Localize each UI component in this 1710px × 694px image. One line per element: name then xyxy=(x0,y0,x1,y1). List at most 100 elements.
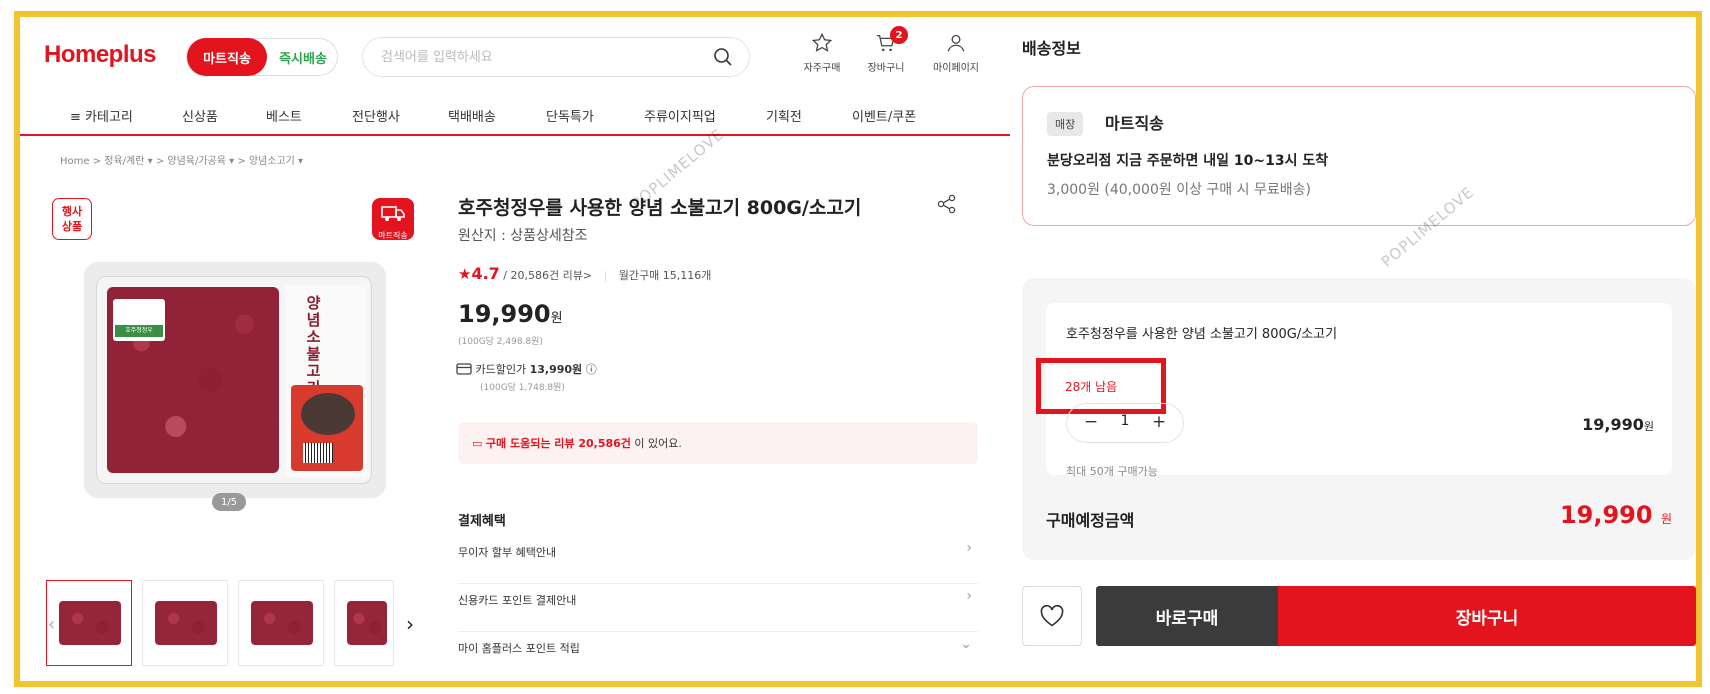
barcode-graphic xyxy=(303,443,333,463)
thumbnail[interactable] xyxy=(46,580,132,666)
package-label: 호주청정우 xyxy=(113,299,165,341)
event-product-badge: 행사 상품 xyxy=(52,198,92,240)
frequent-buy-button[interactable]: 자주구매 xyxy=(792,32,852,74)
total-price: 19,990 원 xyxy=(1560,501,1672,529)
thumbnail-prev-icon[interactable]: ‹ xyxy=(48,614,55,635)
total-label: 구매예정금액 xyxy=(1046,511,1135,530)
mode-mart-direct[interactable]: 마트직송 xyxy=(187,38,267,76)
chevron-right-icon: › xyxy=(966,588,972,604)
main-nav: ≡ 카테고리 신상품 베스트 전단행사 택배배송 단독특가 주류이지픽업 기획전… xyxy=(20,96,1010,136)
cart-count-badge: 2 xyxy=(890,26,908,44)
order-item-card: 호주청정우를 사용한 양념 소불고기 800G/소고기 28개 남음 − 1 +… xyxy=(1036,303,1672,478)
benefit-row[interactable]: 마이 홈플러스 포인트 적립 ⌄ xyxy=(458,632,978,680)
nav-parcel[interactable]: 택배배송 xyxy=(448,106,496,125)
card-discount-price: 13,990원 xyxy=(529,363,583,376)
card-discount-label: 카드할인가 xyxy=(475,363,527,376)
plus-icon[interactable]: + xyxy=(1147,412,1171,432)
thumbnail-image xyxy=(155,601,217,645)
meat-graphic: 호주청정우 xyxy=(107,287,279,473)
frequent-buy-label: 자주구매 xyxy=(803,63,841,74)
share-icon[interactable] xyxy=(936,193,958,219)
thumbnail[interactable] xyxy=(142,580,228,666)
rating-score: 4.7 xyxy=(471,264,500,283)
package-side: 양념소불고기 xyxy=(285,285,367,477)
line-price-value: 19,990 xyxy=(1582,415,1644,434)
line-price-unit: 원 xyxy=(1643,420,1654,433)
mode-instant[interactable]: 즉시배송 xyxy=(269,39,337,75)
card-unit-price: (100G당 1,748.8원) xyxy=(480,383,565,393)
quantity-stepper[interactable]: − 1 + xyxy=(1066,403,1184,443)
rating-row: ★4.7 / 20,586건 리뷰> | 월간구매 15,116개 xyxy=(458,264,711,283)
search-icon[interactable] xyxy=(713,47,733,71)
mart-direct-badge: 마트직송 xyxy=(372,198,414,240)
thumbnail[interactable] xyxy=(238,580,324,666)
search-input[interactable] xyxy=(381,46,681,68)
delivery-mode-switch[interactable]: 마트직송 즉시배송 xyxy=(186,38,338,76)
nav-liquor-pickup[interactable]: 주류이지픽업 xyxy=(644,106,716,125)
mypage-button[interactable]: 마이페이지 xyxy=(926,32,986,74)
wishlist-button[interactable] xyxy=(1022,586,1082,646)
store-tag: 매장 xyxy=(1047,112,1084,136)
cart-button[interactable]: 2 장바구니 xyxy=(856,26,916,74)
chevron-down-icon: ⌄ xyxy=(960,636,972,652)
chat-icon: ▭ xyxy=(472,437,483,450)
benefit-row[interactable]: 신용카드 포인트 결제안내 › xyxy=(458,584,978,632)
star-icon xyxy=(811,32,833,52)
benefit-label: 무이자 할부 혜택안내 xyxy=(458,546,557,559)
review-count-link[interactable]: / 20,586건 리뷰> xyxy=(503,269,592,282)
thumbnail-next-icon[interactable]: › xyxy=(406,612,414,636)
nav-best[interactable]: 베스트 xyxy=(266,106,302,125)
unit-price: (100G당 2,498.8원) xyxy=(458,337,543,347)
nav-exclusive[interactable]: 단독특가 xyxy=(546,106,594,125)
thumbnail-strip xyxy=(46,580,406,666)
breadcrumb[interactable]: Home > 정육/계란 ▾ > 양념육/가공육 ▾ > 양념소고기 ▾ xyxy=(60,152,303,167)
line-price: 19,990원 xyxy=(1582,415,1654,434)
monthly-sales: 월간구매 15,116개 xyxy=(618,269,712,282)
review-banner-highlight: 구매 도움되는 리뷰 20,586건 xyxy=(485,437,631,450)
cart-label: 장바구니 xyxy=(867,63,905,74)
total-price-value: 19,990 xyxy=(1559,501,1653,529)
heart-icon xyxy=(1040,604,1064,627)
package-title: 양념소불고기 xyxy=(304,295,322,397)
price-unit: 원 xyxy=(550,311,563,326)
package-plate xyxy=(291,385,363,471)
homeplus-logo[interactable]: Homeplus xyxy=(44,41,157,69)
shipping-info-title: 배송정보 xyxy=(1022,39,1081,58)
stock-left: 28개 남음 xyxy=(1065,380,1118,394)
product-tray: 호주청정우 양념소불고기 xyxy=(96,276,372,484)
product-main-image[interactable]: 호주청정우 양념소불고기 xyxy=(84,262,386,498)
image-pager: 1/5 xyxy=(212,493,246,511)
review-banner-suffix: 이 있어요. xyxy=(630,437,682,450)
thumbnail[interactable] xyxy=(334,580,394,666)
quantity-value[interactable]: 1 xyxy=(1113,413,1137,429)
total-price-unit: 원 xyxy=(1660,512,1672,526)
buy-now-button[interactable]: 바로구매 xyxy=(1096,586,1278,646)
review-banner[interactable]: ▭ 구매 도움되는 리뷰 20,586건 이 있어요. xyxy=(458,422,978,464)
search-bar[interactable] xyxy=(362,37,750,77)
nav-category[interactable]: ≡ 카테고리 xyxy=(70,106,133,125)
credit-card-icon xyxy=(456,363,472,375)
add-to-cart-button[interactable]: 장바구니 xyxy=(1278,586,1696,646)
order-item-title: 호주청정우를 사용한 양념 소불고기 800G/소고기 xyxy=(1066,327,1338,342)
product-origin: 원산지 : 상품상세참조 xyxy=(458,228,588,244)
thumbnail-image xyxy=(347,601,387,645)
nav-new[interactable]: 신상품 xyxy=(182,106,218,125)
order-summary: 호주청정우를 사용한 양념 소불고기 800G/소고기 28개 남음 − 1 +… xyxy=(1022,278,1696,560)
minus-icon[interactable]: − xyxy=(1079,412,1103,432)
shipping-info-box: 매장 마트직송 분당오리점 지금 주문하면 내일 10~13시 도착 3,000… xyxy=(1022,86,1696,226)
chevron-right-icon: › xyxy=(966,540,972,556)
nav-event-coupon[interactable]: 이벤트/쿠폰 xyxy=(852,106,916,125)
dish-graphic xyxy=(301,393,355,435)
info-icon[interactable]: ⓘ xyxy=(586,363,597,376)
mypage-label: 마이페이지 xyxy=(933,63,979,74)
product-title: 호주청정우를 사용한 양념 소불고기 800G/소고기 xyxy=(458,197,862,219)
nav-flyer[interactable]: 전단행사 xyxy=(352,106,400,125)
benefit-row[interactable]: 무이자 할부 혜택안내 › xyxy=(458,536,978,584)
nav-special[interactable]: 기획전 xyxy=(766,106,802,125)
benefit-label: 신용카드 포인트 결제안내 xyxy=(458,594,577,607)
delivery-eta: 분당오리점 지금 주문하면 내일 10~13시 도착 xyxy=(1047,153,1329,169)
product-price: 19,990원 xyxy=(458,300,563,328)
thumbnail-image xyxy=(251,601,313,645)
price-value: 19,990 xyxy=(458,300,551,328)
package-brand: 호주청정우 xyxy=(115,325,163,337)
